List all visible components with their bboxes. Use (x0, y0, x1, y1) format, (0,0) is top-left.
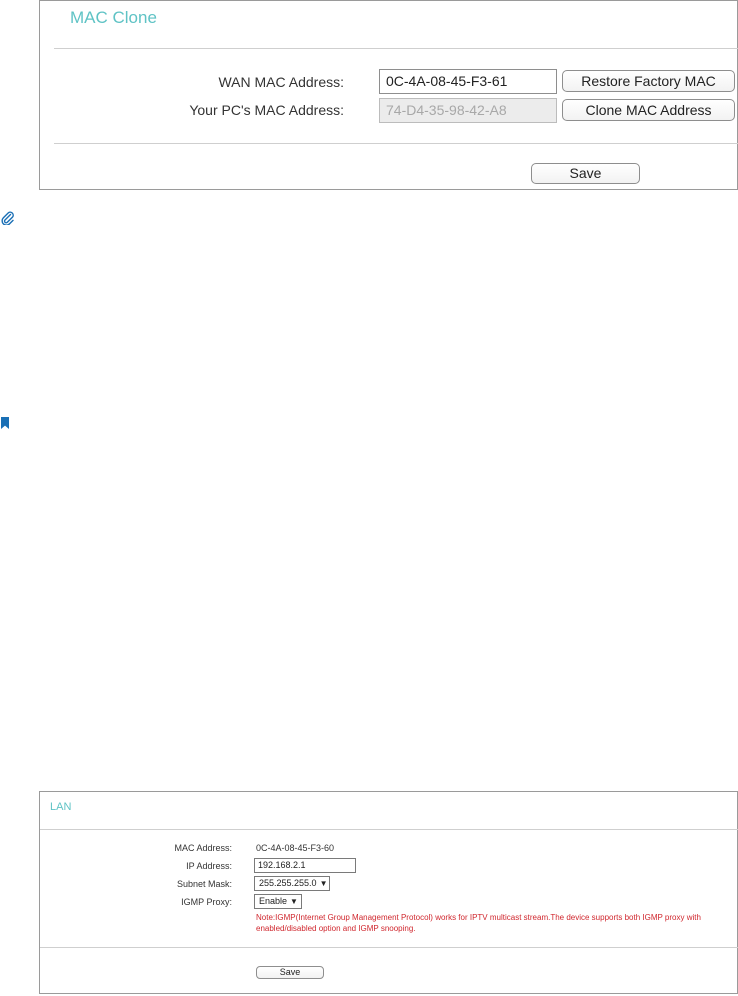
lan-bottom-divider (40, 947, 738, 948)
mac-clone-bottom-divider (54, 143, 738, 144)
lan-subnet-select[interactable]: 255.255.255.0 ▼ (254, 876, 330, 891)
wan-mac-label: WAN MAC Address: (218, 74, 344, 90)
lan-igmp-label: IGMP Proxy: (181, 897, 232, 907)
restore-factory-mac-button[interactable]: Restore Factory MAC (562, 70, 735, 92)
lan-panel: LAN MAC Address: 0C-4A-08-45-F3-60 IP Ad… (39, 791, 738, 994)
mac-clone-top-divider (54, 48, 738, 49)
paperclip-icon (1, 211, 15, 226)
lan-mac-value: 0C-4A-08-45-F3-60 (256, 843, 335, 853)
lan-save-button[interactable]: Save (256, 966, 324, 979)
clone-mac-address-button[interactable]: Clone MAC Address (562, 99, 735, 121)
pc-mac-label: Your PC's MAC Address: (189, 102, 344, 118)
bookmark-icon (1, 416, 9, 429)
wan-mac-input[interactable]: 0C-4A-08-45-F3-61 (379, 69, 557, 94)
lan-title: LAN (50, 801, 72, 813)
mac-clone-title: MAC Clone (70, 8, 157, 27)
pc-mac-input: 74-D4-35-98-42-A8 (379, 98, 557, 123)
mac-clone-save-button[interactable]: Save (531, 163, 640, 184)
lan-igmp-select[interactable]: Enable ▼ (254, 894, 302, 909)
lan-subnet-label: Subnet Mask: (176, 879, 232, 889)
igmp-note-line2: enabled/disabled option and IGMP snoopin… (256, 924, 416, 933)
lan-mac-label: MAC Address: (174, 843, 232, 853)
dropdown-arrow-icon: ▼ (319, 879, 328, 888)
lan-igmp-value: Enable (259, 896, 288, 906)
igmp-note-line1: Note:IGMP(Internet Group Management Prot… (256, 913, 701, 922)
lan-ip-input[interactable]: 192.168.2.1 (254, 858, 356, 873)
dropdown-arrow-icon: ▼ (290, 897, 298, 906)
lan-ip-label: IP Address: (186, 861, 232, 871)
lan-subnet-value: 255.255.255.0 (259, 878, 317, 888)
lan-top-divider (40, 829, 738, 830)
mac-clone-panel: MAC Clone WAN MAC Address: 0C-4A-08-45-F… (39, 0, 738, 190)
